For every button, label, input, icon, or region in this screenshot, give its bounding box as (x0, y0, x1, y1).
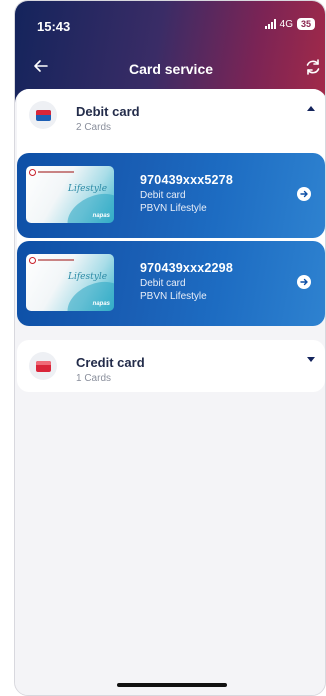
card-item[interactable]: Lifestyle napas 970439xxx2298 Debit card… (17, 241, 325, 326)
refresh-icon[interactable] (303, 57, 323, 77)
phone-screen: 15:43 4G 35 Card service Debit card 2 Ca… (14, 0, 326, 696)
chevron-down-icon[interactable] (307, 357, 315, 362)
card-image: Lifestyle napas (26, 166, 114, 223)
arrow-right-icon[interactable] (297, 275, 311, 289)
card-number: 970439xxx5278 (140, 173, 233, 187)
network-type: 4G (279, 18, 293, 30)
content-panel: Debit card 2 Cards Lifestyle napas 97043… (15, 89, 325, 695)
debit-card-section: Debit card 2 Cards Lifestyle napas 97043… (17, 89, 325, 326)
card-product: PBVN Lifestyle (140, 203, 207, 214)
section-count: 1 Cards (76, 373, 112, 384)
card-type: Debit card (140, 190, 186, 201)
credit-card-icon (29, 352, 57, 380)
debit-card-header[interactable]: Debit card 2 Cards (17, 89, 325, 139)
section-count: 2 Cards (76, 122, 112, 133)
card-product: PBVN Lifestyle (140, 291, 207, 302)
card-type: Debit card (140, 278, 186, 289)
signal-icon (264, 19, 276, 29)
battery-badge: 35 (296, 18, 315, 30)
home-indicator[interactable] (117, 683, 227, 687)
status-time: 15:43 (37, 19, 71, 34)
page-title: Card service (128, 61, 214, 77)
card-item[interactable]: Lifestyle napas 970439xxx5278 Debit card… (17, 153, 325, 238)
card-number: 970439xxx2298 (140, 261, 233, 275)
bank-logo-icon (29, 257, 36, 264)
status-indicators: 4G 35 (264, 18, 315, 30)
card-image-network: napas (92, 301, 110, 307)
section-title: Debit card (76, 104, 140, 119)
arrow-right-icon[interactable] (297, 187, 311, 201)
chevron-up-icon[interactable] (307, 106, 315, 111)
card-image-script: Lifestyle (68, 272, 108, 282)
credit-card-header[interactable]: Credit card 1 Cards (17, 340, 325, 390)
debit-card-icon (29, 101, 57, 129)
section-title: Credit card (76, 355, 145, 370)
bank-logo-icon (29, 169, 36, 176)
card-image-script: Lifestyle (68, 184, 108, 194)
card-image: Lifestyle napas (26, 254, 114, 311)
credit-card-section[interactable]: Credit card 1 Cards (17, 340, 325, 392)
card-image-network: napas (92, 213, 110, 219)
